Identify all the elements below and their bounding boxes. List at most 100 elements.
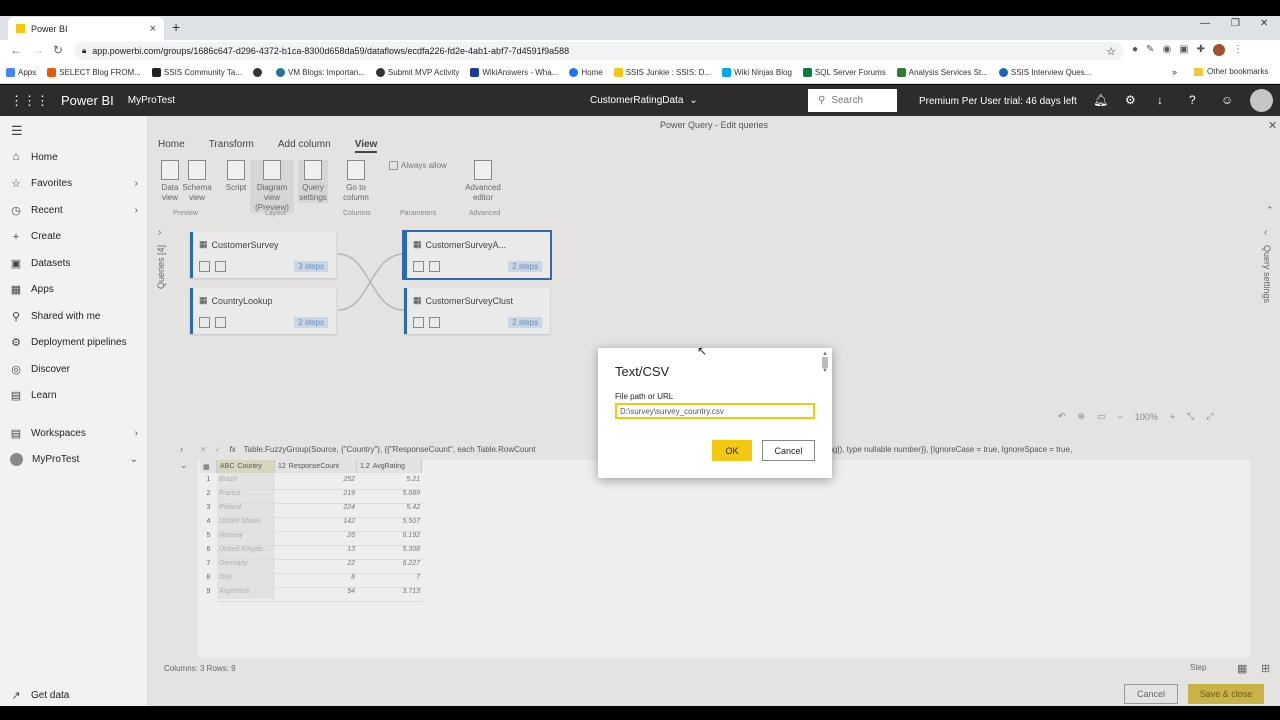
close-tab-icon[interactable]: × xyxy=(150,23,156,35)
nav-current-workspace[interactable]: MyProTest ⌄ xyxy=(0,446,148,472)
table-cell[interactable]: 94 xyxy=(275,588,355,595)
query-settings-pane-label[interactable]: Query settings xyxy=(1262,245,1272,303)
nav-workspaces[interactable]: ▤ Workspaces › xyxy=(0,420,148,446)
browser-tab[interactable]: Power BI × xyxy=(8,17,164,40)
user-avatar[interactable] xyxy=(1250,89,1273,112)
expand-queries-icon[interactable]: › xyxy=(158,227,161,238)
close-window-icon[interactable]: ✕ xyxy=(1260,18,1268,29)
column-header-country[interactable]: ABC Country xyxy=(217,460,275,473)
diagram-view-icon[interactable]: ⊞ xyxy=(1261,662,1270,675)
always-allow-checkbox[interactable]: Always allow xyxy=(389,161,447,170)
cancel-formula-icon[interactable]: ✕ xyxy=(200,445,207,454)
table-cell[interactable]: 5.507 xyxy=(357,518,420,525)
table-cell[interactable]: 3.713 xyxy=(357,588,420,595)
file-path-input[interactable] xyxy=(615,403,815,419)
nav-learn[interactable]: ▤ Learn xyxy=(0,383,148,409)
new-tab-button[interactable]: + xyxy=(172,19,180,35)
nav-deployment-pipelines[interactable]: ⚙ Deployment pipelines xyxy=(0,330,148,356)
back-icon[interactable]: ← xyxy=(10,43,22,57)
nav-create[interactable]: + Create xyxy=(0,224,148,250)
tab-home[interactable]: Home xyxy=(158,139,185,153)
dialog-scrollbar[interactable]: ▲ ▼ xyxy=(820,351,830,383)
grid-view-icon[interactable]: ▦ xyxy=(1237,662,1247,675)
table-cell[interactable]: 5.689 xyxy=(357,490,420,497)
bookmark-item[interactable]: Home xyxy=(569,68,603,77)
step-toggle[interactable]: Step xyxy=(1190,663,1206,672)
puzzle-icon[interactable]: ✚ xyxy=(1197,44,1205,56)
hamburger-menu-icon[interactable]: ☰ xyxy=(11,123,23,139)
address-bar[interactable]: 🔒︎ app.powerbi.com/groups/1686c647-d296-… xyxy=(74,42,1124,60)
bookmark-item[interactable]: SSIS Junkie : SSIS: D... xyxy=(613,68,711,77)
notifications-icon[interactable]: 🔔︎ xyxy=(1093,93,1108,107)
nav-apps[interactable]: ▦ Apps xyxy=(0,277,148,303)
data-view-button[interactable]: Data view xyxy=(155,160,185,203)
cancel-button[interactable]: Cancel xyxy=(1124,684,1178,704)
go-to-column-button[interactable]: Go to column xyxy=(341,160,371,203)
bookmark-item[interactable]: SELECT Blog FROM... xyxy=(47,68,141,77)
nav-home[interactable]: ⌂ Home xyxy=(0,144,148,170)
table-cell[interactable]: 5.308 xyxy=(357,546,420,553)
zoom-in-icon[interactable]: + xyxy=(1170,412,1175,422)
bookmark-item[interactable]: WikiAnswers - Wha... xyxy=(470,68,558,77)
table-cell[interactable]: 8 xyxy=(275,574,355,581)
table-cell[interactable]: 22 xyxy=(275,560,355,567)
save-close-button[interactable]: Save & close xyxy=(1188,684,1264,704)
bookmark-item[interactable]: SSIS Interview Ques... xyxy=(998,68,1091,77)
download-icon[interactable]: ↓ xyxy=(1157,93,1163,107)
bookmark-item[interactable]: Submit MVP Activity xyxy=(375,68,459,77)
bookmark-item[interactable]: SSIS Community Ta... xyxy=(151,68,242,77)
query-settings-button[interactable]: Query settings xyxy=(298,160,328,203)
shrink-icon[interactable]: ⤡ xyxy=(1187,411,1194,422)
feedback-smile-icon[interactable]: ☺ xyxy=(1221,93,1233,107)
script-button[interactable]: Script xyxy=(221,160,251,193)
workspace-breadcrumb[interactable]: MyProTest xyxy=(128,95,175,106)
table-cell[interactable]: 252 xyxy=(275,476,355,483)
undo-icon[interactable]: ↶ xyxy=(1058,411,1066,422)
column-header-responsecount[interactable]: 12 ResponseCount xyxy=(275,460,357,473)
bookmark-item[interactable]: Wiki Ninjas Blog xyxy=(722,68,792,77)
minimize-icon[interactable]: — xyxy=(1200,18,1210,29)
expand-settings-icon[interactable]: ‹ xyxy=(1264,227,1267,238)
profile-avatar[interactable] xyxy=(1213,44,1226,56)
forward-icon[interactable]: → xyxy=(32,43,44,57)
table-cell[interactable]: 6.227 xyxy=(357,560,420,567)
nav-recent[interactable]: ◷ Recent › xyxy=(0,197,148,223)
help-icon[interactable]: ? xyxy=(1189,93,1196,107)
table-cell[interactable]: 5.21 xyxy=(357,476,420,483)
table-cell[interactable]: 7 xyxy=(357,574,420,581)
app-name[interactable]: Power BI xyxy=(61,93,114,108)
query-card[interactable]: ▦ CustomerSurveyClust 2 steps xyxy=(404,288,550,334)
fit-icon[interactable]: ⊕ xyxy=(1078,411,1086,422)
dialog-cancel-button[interactable]: Cancel xyxy=(762,440,815,461)
tab-transform[interactable]: Transform xyxy=(209,139,254,153)
dataflow-title[interactable]: CustomerRatingData ⌄ xyxy=(590,95,698,106)
nav-datasets[interactable]: ▣ Datasets xyxy=(0,250,148,276)
query-card[interactable]: ▦ CustomerSurvey 3 steps xyxy=(190,232,336,278)
app-launcher-icon[interactable]: ⋮⋮⋮ xyxy=(10,93,49,109)
chevron-down-icon[interactable]: ⌄ xyxy=(180,460,188,471)
bookmark-star-icon[interactable]: ☆ xyxy=(1106,45,1116,58)
table-cell[interactable]: 224 xyxy=(275,504,355,511)
bookmark-item[interactable] xyxy=(253,68,265,77)
collapse-ribbon-icon[interactable]: ⌃ xyxy=(1266,205,1274,216)
extension-icon[interactable]: ✎ xyxy=(1146,44,1154,56)
commit-formula-icon[interactable]: ✓ xyxy=(215,445,222,454)
nav-discover[interactable]: ◎ Discover xyxy=(0,356,148,382)
bookmark-item[interactable]: VM Blogs: Importan... xyxy=(276,68,365,77)
nav-favorites[interactable]: ☆ Favorites › xyxy=(0,171,148,197)
table-cell[interactable]: 5.42 xyxy=(357,504,420,511)
table-cell[interactable]: 142 xyxy=(275,518,355,525)
reload-icon[interactable]: ↻ xyxy=(53,43,63,57)
bookmark-item[interactable]: Apps xyxy=(6,68,36,77)
advanced-editor-button[interactable]: Advanced editor xyxy=(463,160,503,203)
nav-shared-with-me[interactable]: ⚲ Shared with me xyxy=(0,303,148,329)
maximize-icon[interactable]: ❐ xyxy=(1231,18,1240,29)
bookmarks-overflow-icon[interactable]: » xyxy=(1172,67,1177,77)
minimap-icon[interactable]: ▭ xyxy=(1097,411,1106,422)
table-cell[interactable]: 6.192 xyxy=(357,532,420,539)
trial-banner[interactable]: Premium Per User trial: 46 days left xyxy=(919,96,1077,107)
query-card[interactable]: ▦ CountryLookup 2 steps xyxy=(190,288,336,334)
menu-dots-icon[interactable]: ⋮ xyxy=(1233,44,1243,56)
other-bookmarks[interactable]: Other bookmarks xyxy=(1194,67,1268,76)
extension-icon[interactable]: ● xyxy=(1132,44,1138,56)
